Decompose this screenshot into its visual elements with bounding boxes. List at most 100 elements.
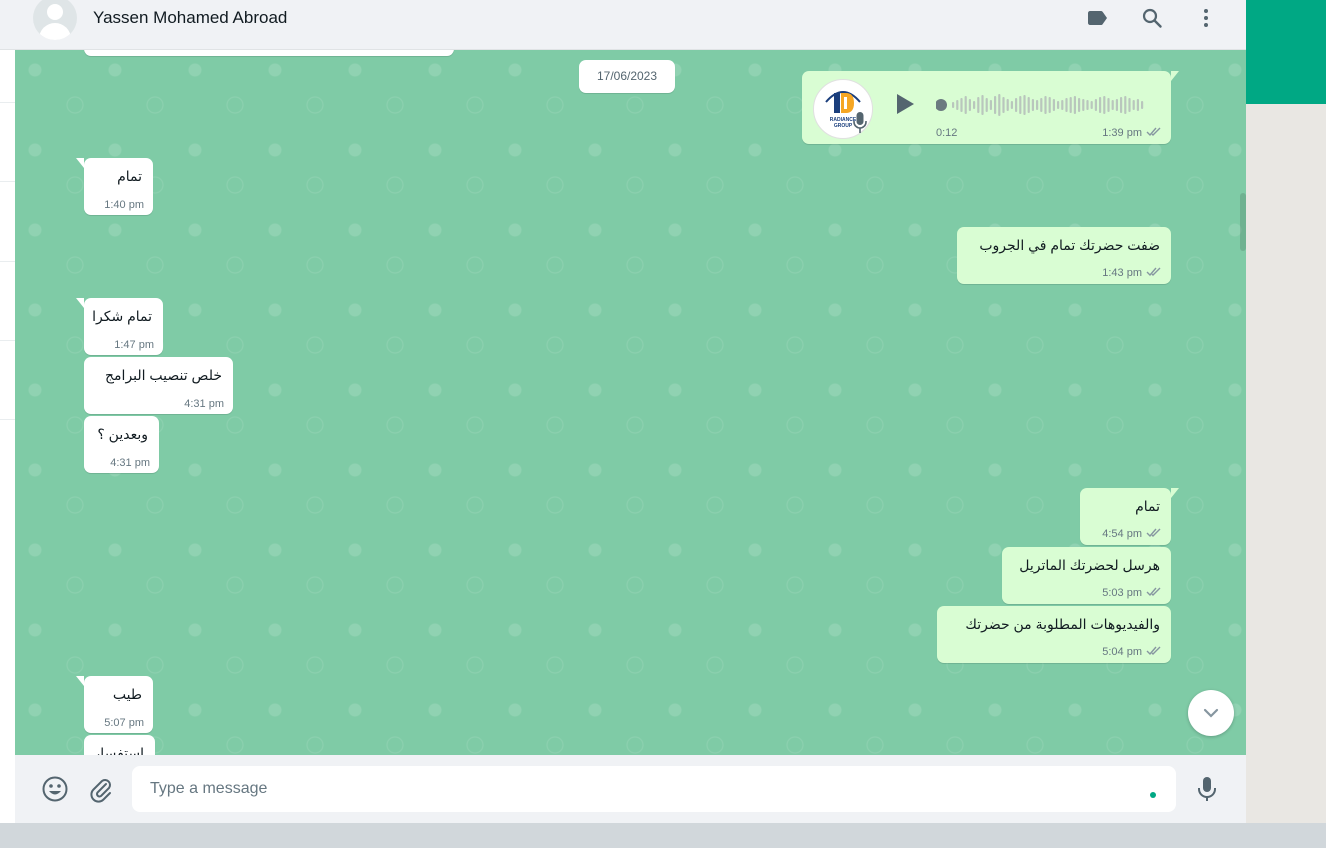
incoming-message[interactable]: خلص تنصيب البرامج 4:31 pm bbox=[84, 357, 233, 414]
waveform-bar bbox=[1132, 100, 1135, 110]
waveform-bar bbox=[1090, 101, 1093, 109]
message-time: 1:43 pm bbox=[1102, 267, 1142, 279]
contact-name[interactable]: Yassen Mohamed Abroad bbox=[93, 8, 287, 28]
chat-list-edge bbox=[0, 0, 15, 823]
incoming-message[interactable]: طيب 5:07 pm bbox=[76, 676, 153, 733]
message-time: 5:07 pm bbox=[104, 717, 144, 729]
waveform-bar bbox=[1023, 95, 1026, 115]
side-panel-header bbox=[1246, 0, 1326, 104]
outgoing-message[interactable]: هرسل لحضرتك الماتريل 5:03 pm bbox=[1002, 547, 1171, 604]
waveform-bar bbox=[981, 95, 984, 115]
outgoing-message[interactable]: تمام 4:54 pm bbox=[1080, 488, 1179, 545]
waveform-bar bbox=[998, 94, 1001, 116]
mic-icon[interactable] bbox=[1193, 775, 1221, 803]
message-meta: 4:54 pm bbox=[1102, 527, 1162, 541]
message-text: وبعدين ؟ bbox=[97, 426, 148, 442]
waveform-bar bbox=[956, 100, 959, 110]
message-meta: 4:31 pm bbox=[184, 398, 224, 410]
emoji-icon[interactable] bbox=[41, 775, 69, 803]
message-text: والفيديوهات المطلوبة من حضرتك bbox=[965, 616, 1160, 632]
waveform-bar bbox=[1099, 97, 1102, 113]
waveform-bar bbox=[1031, 99, 1034, 111]
waveform-bar bbox=[964, 96, 967, 114]
waveform-bar bbox=[1015, 98, 1018, 112]
waveform-bar bbox=[1082, 99, 1085, 111]
message-time: 5:03 pm bbox=[1102, 587, 1142, 599]
waveform-bar bbox=[1120, 97, 1123, 113]
chat-panel[interactable]: 17/06/2023 RADIANCE GROUP 0:12 1:39 pm ت… bbox=[15, 50, 1246, 755]
incoming-message[interactable]: تمام شكرا 1:47 pm bbox=[76, 298, 163, 355]
search-icon[interactable] bbox=[1140, 6, 1164, 30]
waveform-bar bbox=[1069, 97, 1072, 113]
double-check-icon bbox=[1146, 266, 1162, 280]
waveform-bar bbox=[1019, 96, 1022, 114]
voice-message[interactable]: RADIANCE GROUP 0:12 1:39 pm bbox=[802, 71, 1179, 144]
double-check-icon bbox=[1146, 645, 1162, 659]
waveform-bar bbox=[1002, 97, 1005, 113]
waveform-bar bbox=[1128, 98, 1131, 112]
message-bubble-partial[interactable] bbox=[84, 50, 454, 56]
waveform-bar bbox=[1103, 96, 1106, 114]
waveform-bar bbox=[1057, 101, 1060, 109]
playhead-dot bbox=[936, 99, 947, 111]
attach-icon[interactable] bbox=[87, 775, 115, 803]
contact-avatar[interactable] bbox=[33, 0, 77, 40]
waveform-bar bbox=[960, 98, 963, 112]
message-text: خلص تنصيب البرامج bbox=[105, 367, 222, 383]
double-check-icon bbox=[1146, 586, 1162, 600]
message-meta: 5:04 pm bbox=[1102, 645, 1162, 659]
play-icon[interactable] bbox=[892, 91, 918, 117]
waveform-bar bbox=[1086, 100, 1089, 110]
message-time: 1:39 pm bbox=[1102, 127, 1142, 139]
incoming-message[interactable]: وبعدين ؟ 4:31 pm bbox=[84, 416, 159, 473]
message-input[interactable] bbox=[132, 766, 1176, 812]
waveform-bar bbox=[1141, 101, 1144, 109]
mic-icon bbox=[852, 111, 868, 135]
incoming-message[interactable]: تمام 1:40 pm bbox=[76, 158, 153, 215]
incoming-message[interactable]: استفسار bbox=[84, 735, 155, 755]
waveform-bar bbox=[1073, 96, 1076, 114]
waveform-bar bbox=[1111, 100, 1114, 110]
waveform-bar bbox=[1040, 98, 1043, 112]
waveform-bar bbox=[1107, 98, 1110, 112]
message-meta: 5:03 pm bbox=[1102, 586, 1162, 600]
outgoing-message[interactable]: ضفت حضرتك تمام في الجروب 1:43 pm bbox=[957, 227, 1171, 284]
message-text: تمام bbox=[117, 168, 142, 184]
waveform-bar bbox=[1048, 97, 1051, 113]
message-text: استفسار bbox=[93, 745, 144, 755]
waveform-bar bbox=[1044, 96, 1047, 114]
outgoing-message[interactable]: والفيديوهات المطلوبة من حضرتك 5:04 pm bbox=[937, 606, 1171, 663]
menu-icon[interactable] bbox=[1194, 6, 1218, 30]
date-divider: 17/06/2023 bbox=[579, 60, 675, 93]
message-text: تمام bbox=[1135, 498, 1160, 514]
message-meta: 5:07 pm bbox=[104, 717, 144, 729]
side-panel bbox=[1246, 104, 1326, 848]
waveform-bar bbox=[1115, 99, 1118, 111]
message-meta: 1:40 pm bbox=[104, 199, 144, 211]
waveform-bar bbox=[1078, 98, 1081, 112]
message-meta: 1:43 pm bbox=[1102, 266, 1162, 280]
waveform-bar bbox=[1061, 100, 1064, 110]
message-meta: 1:47 pm bbox=[114, 339, 154, 351]
waveform-bar bbox=[1124, 96, 1127, 114]
waveform-bar bbox=[1010, 101, 1013, 109]
waveform-bar bbox=[1052, 99, 1055, 111]
waveform-bar bbox=[994, 96, 997, 114]
chevron-down-icon bbox=[1203, 708, 1219, 718]
composer bbox=[15, 755, 1246, 823]
waveform-bar bbox=[1027, 97, 1030, 113]
message-text: هرسل لحضرتك الماتريل bbox=[1019, 557, 1160, 573]
message-time: 5:04 pm bbox=[1102, 646, 1142, 658]
waveform-bar bbox=[973, 101, 976, 109]
waveform-bar bbox=[968, 99, 971, 111]
label-icon[interactable] bbox=[1085, 6, 1109, 30]
double-check-icon bbox=[1146, 126, 1162, 140]
waveform-bar bbox=[952, 102, 955, 108]
message-time: 4:31 pm bbox=[184, 398, 224, 410]
scrollbar-thumb[interactable] bbox=[1240, 193, 1246, 251]
scroll-down-button[interactable] bbox=[1188, 690, 1234, 736]
message-meta: 1:39 pm bbox=[1102, 126, 1162, 140]
waveform-bar bbox=[977, 97, 980, 113]
audio-waveform[interactable] bbox=[936, 91, 1146, 119]
message-time: 1:40 pm bbox=[104, 199, 144, 211]
